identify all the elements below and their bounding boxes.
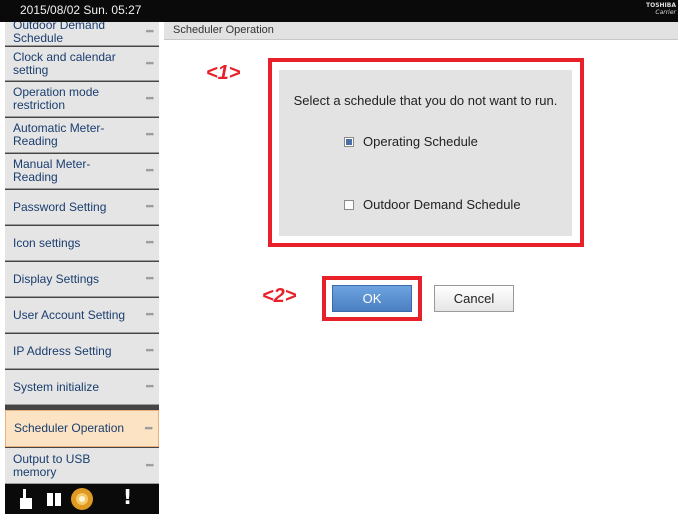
more-dots-icon: ••• — [144, 423, 152, 434]
more-dots-icon: ••• — [145, 58, 153, 69]
selection-prompt: Select a schedule that you do not want t… — [293, 93, 558, 108]
cancel-button[interactable]: Cancel — [434, 285, 514, 312]
sidebar-item-password-setting[interactable]: Password Setting ••• — [5, 190, 159, 225]
more-dots-icon: ••• — [145, 345, 153, 357]
sun-gear-icon[interactable] — [69, 486, 95, 512]
more-dots-icon: ••• — [145, 93, 153, 105]
page-header: Scheduler Operation — [164, 22, 678, 40]
alert-icon[interactable]: ! — [123, 485, 132, 509]
operating-schedule-label: Operating Schedule — [363, 134, 478, 149]
more-dots-icon: ••• — [145, 26, 153, 37]
operating-schedule-checkbox[interactable] — [344, 136, 354, 147]
pause-icon[interactable] — [47, 489, 61, 509]
sidebar-item-clock-calendar[interactable]: Clock and calendar setting ••• — [5, 47, 159, 81]
datetime-display: 2015/08/02 Sun. 05:27 — [20, 3, 142, 17]
annotation-marker-1: <1> — [206, 62, 241, 84]
sidebar-item-display-settings[interactable]: Display Settings ••• — [5, 262, 159, 297]
outdoor-demand-schedule-checkbox[interactable] — [344, 199, 354, 210]
sidebar-item-ip-address-setting[interactable]: IP Address Setting ••• — [5, 334, 159, 369]
more-dots-icon: ••• — [145, 237, 153, 249]
bottom-toolbar: ! — [5, 484, 159, 514]
schedule-selection-panel: Select a schedule that you do not want t… — [279, 70, 572, 236]
sidebar-item-outdoor-demand-schedule[interactable]: Outdoor Demand Schedule ••• — [5, 22, 159, 46]
sidebar-item-user-account-setting[interactable]: User Account Setting ••• — [5, 298, 159, 333]
sidebar-item-manual-meter-reading[interactable]: Manual Meter-Reading ••• — [5, 154, 159, 189]
sidebar-item-output-usb[interactable]: Output to USB memory ••• — [5, 448, 159, 484]
more-dots-icon: ••• — [145, 165, 153, 177]
status-bar: 2015/08/02 Sun. 05:27 TOSHIBA Carrier — [0, 0, 678, 22]
more-dots-icon: ••• — [145, 201, 153, 213]
ok-button[interactable]: OK — [332, 285, 412, 312]
more-dots-icon: ••• — [145, 273, 153, 285]
sidebar-item-scheduler-operation[interactable]: Scheduler Operation ••• — [5, 410, 159, 447]
page-title: Scheduler Operation — [173, 24, 274, 36]
sidebar-item-system-initialize[interactable]: System initialize ••• — [5, 370, 159, 405]
annotation-marker-2: <2> — [262, 285, 297, 307]
more-dots-icon: ••• — [145, 309, 153, 321]
sidebar-item-operation-mode-restriction[interactable]: Operation mode restriction ••• — [5, 82, 159, 117]
sidebar-menu: Outdoor Demand Schedule ••• Clock and cal… — [5, 22, 159, 484]
outdoor-demand-schedule-label: Outdoor Demand Schedule — [363, 197, 521, 212]
more-dots-icon: ••• — [145, 381, 153, 393]
option-outdoor-demand-schedule[interactable]: Outdoor Demand Schedule — [344, 197, 521, 212]
sidebar-item-automatic-meter-reading[interactable]: Automatic Meter-Reading ••• — [5, 118, 159, 153]
more-dots-icon: ••• — [145, 460, 153, 471]
brand-logo: TOSHIBA Carrier — [646, 2, 676, 16]
more-dots-icon: ••• — [145, 129, 153, 141]
sidebar-item-icon-settings[interactable]: Icon settings ••• — [5, 226, 159, 261]
hand-pointer-icon[interactable] — [19, 489, 33, 509]
option-operating-schedule[interactable]: Operating Schedule — [344, 134, 478, 149]
